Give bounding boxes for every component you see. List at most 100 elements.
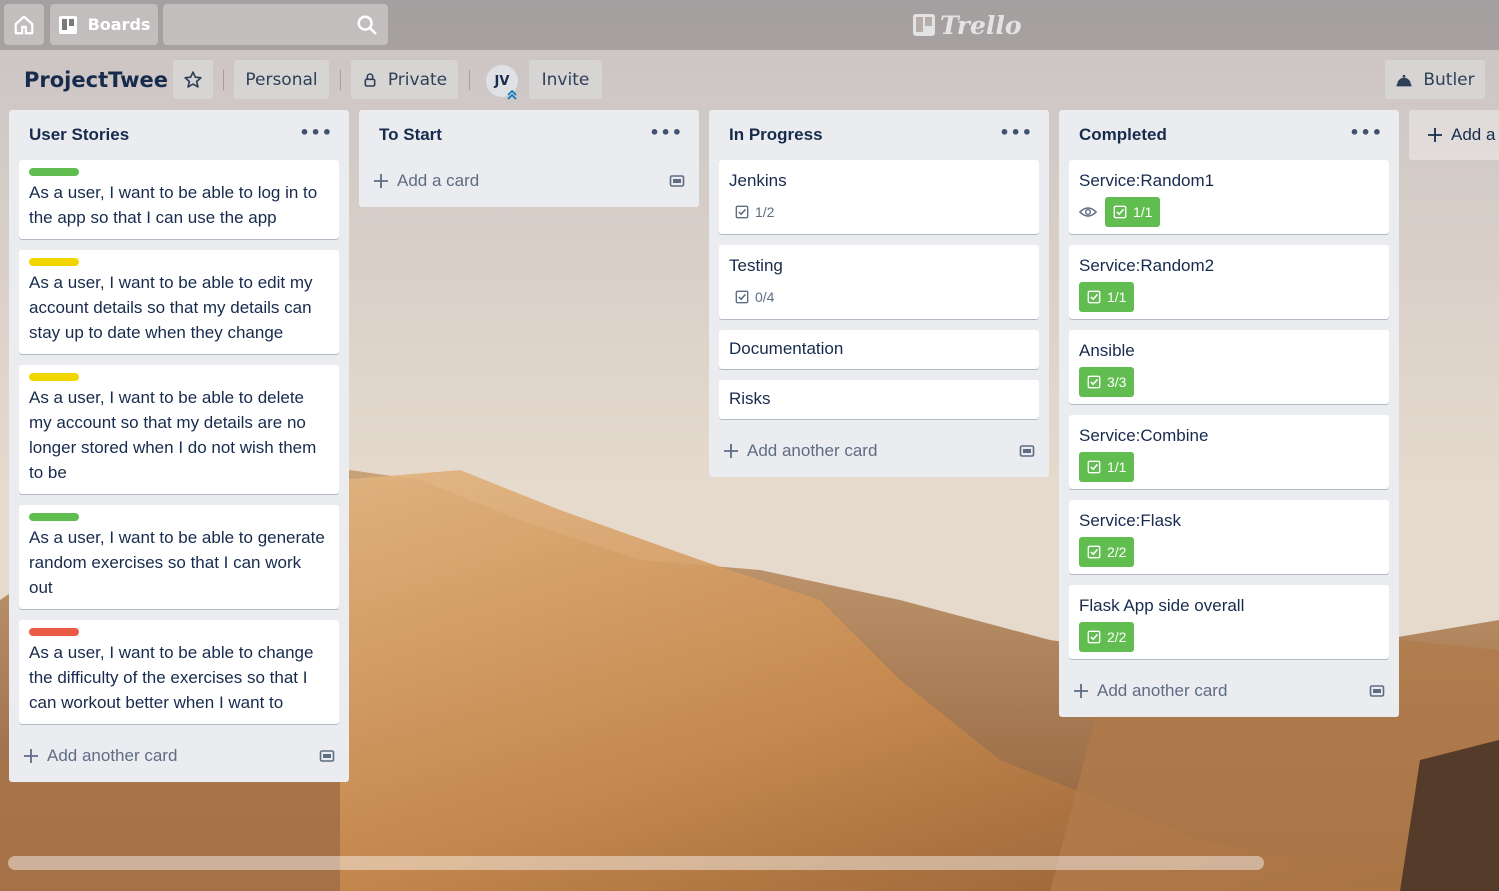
card-template-icon[interactable] xyxy=(319,748,335,764)
card-label[interactable] xyxy=(29,513,79,521)
trello-logo[interactable]: Trello xyxy=(912,10,1022,40)
add-another-card-button[interactable]: Add another card xyxy=(23,746,177,766)
card-badges: 1/1 xyxy=(1079,282,1379,312)
checklist-count: 1/1 xyxy=(1107,289,1127,305)
checklist-complete-badge: 1/1 xyxy=(1105,197,1161,227)
checklist-icon xyxy=(1087,545,1101,559)
list-header: To Start ••• xyxy=(359,110,699,160)
board-title[interactable]: ProjectTwee xyxy=(24,68,168,92)
checklist-count: 2/2 xyxy=(1107,629,1127,645)
list-title[interactable]: To Start xyxy=(379,125,442,145)
card-template-icon[interactable] xyxy=(1019,443,1035,459)
plus-icon xyxy=(1428,128,1442,142)
card[interactable]: Jenkins 1/2 xyxy=(719,160,1039,234)
checklist-complete-badge: 2/2 xyxy=(1079,537,1135,567)
checklist-count: 0/4 xyxy=(755,289,775,305)
header-divider xyxy=(469,70,470,90)
add-card-button[interactable]: Add a card xyxy=(373,171,479,191)
card[interactable]: Documentation xyxy=(719,330,1039,369)
checklist-icon xyxy=(735,205,749,219)
card-title: Ansible xyxy=(1079,341,1135,360)
checklist-badge: 0/4 xyxy=(729,282,782,312)
checklist-icon xyxy=(735,290,749,304)
lock-icon xyxy=(364,72,376,87)
list-title[interactable]: User Stories xyxy=(29,125,129,145)
more-dots-icon[interactable]: ••• xyxy=(649,123,683,142)
logo-text: Trello xyxy=(940,10,1022,40)
card-badges: 2/2 xyxy=(1079,622,1379,652)
list-header: User Stories ••• xyxy=(9,110,349,160)
card[interactable]: As a user, I want to be able to delete m… xyxy=(19,365,339,494)
add-card-label: Add another card xyxy=(47,746,178,765)
more-dots-icon[interactable]: ••• xyxy=(299,123,333,142)
add-card-composer: Add another card xyxy=(23,738,335,774)
card[interactable]: As a user, I want to be able to log in t… xyxy=(19,160,339,239)
invite-label: Invite xyxy=(541,69,590,90)
card-label[interactable] xyxy=(29,628,79,636)
privacy-button[interactable]: Private xyxy=(351,60,458,99)
card-title: Testing xyxy=(729,256,783,275)
card[interactable]: Risks xyxy=(719,380,1039,419)
card-badges: 2/2 xyxy=(1079,537,1379,567)
more-dots-icon[interactable]: ••• xyxy=(999,123,1033,142)
list-title[interactable]: Completed xyxy=(1079,125,1167,145)
header-divider xyxy=(223,70,224,90)
list-completed: Completed ••• Service:Random1 1/1 Servic… xyxy=(1059,110,1399,717)
checklist-count: 1/2 xyxy=(755,204,775,220)
card[interactable]: Service:Combine 1/1 xyxy=(1069,415,1389,489)
more-dots-icon[interactable]: ••• xyxy=(1349,123,1383,142)
card-title: As a user, I want to be able to generate… xyxy=(29,528,325,597)
card[interactable]: Ansible 3/3 xyxy=(1069,330,1389,404)
checklist-count: 3/3 xyxy=(1107,374,1127,390)
star-board-button[interactable] xyxy=(173,60,213,99)
checklist-count: 1/1 xyxy=(1133,204,1153,220)
add-card-label: Add another card xyxy=(747,441,878,460)
checklist-icon xyxy=(1087,290,1101,304)
boards-button[interactable]: Boards xyxy=(50,4,158,45)
boards-label: Boards xyxy=(87,15,151,34)
card-label[interactable] xyxy=(29,373,79,381)
member-avatar[interactable]: JV xyxy=(486,65,518,100)
card-badges: 1/1 xyxy=(1079,197,1379,227)
card[interactable]: Service:Flask 2/2 xyxy=(1069,500,1389,574)
add-another-card-button[interactable]: Add another card xyxy=(1073,681,1227,701)
plus-icon xyxy=(1074,684,1088,698)
card[interactable]: Service:Random1 1/1 xyxy=(1069,160,1389,234)
checklist-badge: 1/2 xyxy=(729,197,782,227)
team-visibility-button[interactable]: Personal xyxy=(234,60,329,99)
checklist-complete-badge: 2/2 xyxy=(1079,622,1135,652)
list-header: In Progress ••• xyxy=(709,110,1049,160)
add-card-label: Add a card xyxy=(397,171,480,190)
card[interactable]: Service:Random2 1/1 xyxy=(1069,245,1389,319)
card[interactable]: As a user, I want to be able to edit my … xyxy=(19,250,339,354)
card-template-icon[interactable] xyxy=(669,173,685,189)
board-horizontal-scrollbar[interactable] xyxy=(8,856,1264,870)
card-badges: 1/2 xyxy=(729,197,1029,227)
board-header: ProjectTwee Personal Private JV Invite B… xyxy=(0,50,1499,110)
card-label[interactable] xyxy=(29,258,79,266)
butler-button[interactable]: Butler xyxy=(1385,60,1485,99)
card-label[interactable] xyxy=(29,168,79,176)
add-card-composer: Add another card xyxy=(1073,673,1385,709)
add-list-button[interactable]: Add a xyxy=(1409,110,1499,160)
header-divider xyxy=(340,70,341,90)
search-icon xyxy=(357,15,377,35)
card-title: As a user, I want to be able to log in t… xyxy=(29,183,318,227)
list-title[interactable]: In Progress xyxy=(729,125,823,145)
plus-icon xyxy=(24,749,38,763)
card-title: As a user, I want to be able to change t… xyxy=(29,643,314,712)
list-header: Completed ••• xyxy=(1059,110,1399,160)
search-input[interactable] xyxy=(163,4,388,45)
card-template-icon[interactable] xyxy=(1369,683,1385,699)
add-list-label: Add a xyxy=(1451,125,1496,144)
card-badges: 1/1 xyxy=(1079,452,1379,482)
butler-icon xyxy=(1396,74,1412,86)
card[interactable]: As a user, I want to be able to generate… xyxy=(19,505,339,609)
add-another-card-button[interactable]: Add another card xyxy=(723,441,877,461)
invite-button[interactable]: Invite xyxy=(529,60,602,99)
home-button[interactable] xyxy=(4,4,44,45)
card[interactable]: As a user, I want to be able to change t… xyxy=(19,620,339,724)
card-badges: 3/3 xyxy=(1079,367,1379,397)
card[interactable]: Flask App side overall 2/2 xyxy=(1069,585,1389,659)
card[interactable]: Testing 0/4 xyxy=(719,245,1039,319)
